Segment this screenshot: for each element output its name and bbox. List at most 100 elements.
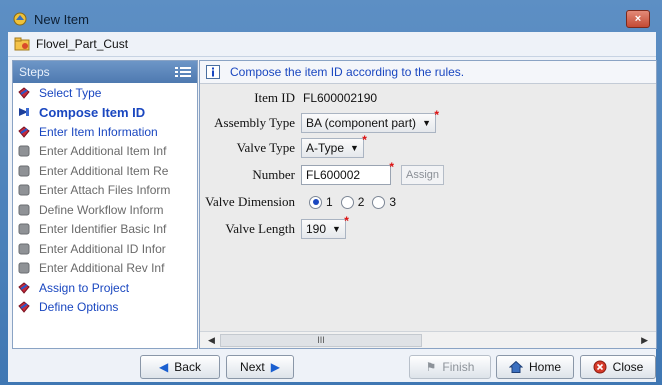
instruction-text: Compose the item ID according to the rul… [230, 65, 465, 79]
step-label: Enter Additional ID Infor [39, 241, 166, 256]
assembly-type-value: BA (component part) [306, 116, 417, 130]
valve-length-select[interactable]: 190 ▼ * [301, 214, 349, 239]
horizontal-scrollbar[interactable]: ◀ III ▶ [200, 331, 656, 348]
valve-dimension-row: Valve Dimension 1 2 3 [200, 191, 396, 213]
dialog-client: Flovel_Part_Cust Steps Select Type Compos… [8, 32, 657, 382]
list-icon[interactable] [175, 66, 191, 78]
valve-length-value: 190 [306, 222, 327, 236]
close-button[interactable]: Close [580, 355, 656, 379]
finish-flag-icon: ⚑ [425, 360, 437, 374]
number-label: Number [252, 167, 295, 182]
radio-dimension-3[interactable] [372, 195, 386, 209]
item-id-value: FL600002190 [303, 91, 378, 105]
step-label: Select Type [39, 85, 102, 100]
dropdown-arrow-icon: ▼ [350, 143, 359, 153]
part-folder-icon [14, 37, 30, 51]
object-name: Flovel_Part_Cust [36, 37, 129, 51]
step-item[interactable]: Assign to Project [13, 278, 197, 298]
step-pending-icon [18, 204, 30, 216]
finish-button[interactable]: ⚑ Finish [409, 355, 491, 379]
scroll-thumb[interactable]: III [220, 334, 422, 347]
window-title: New Item [34, 11, 89, 27]
step-item[interactable]: Select Type [13, 83, 197, 103]
step-item[interactable]: Enter Item Information [13, 122, 197, 142]
scroll-right-icon[interactable]: ▶ [641, 335, 648, 346]
step-done-icon [18, 126, 30, 138]
back-arrow-icon: ◀ [159, 360, 169, 374]
number-row: Number FL600002 * Assign [200, 160, 445, 186]
valve-type-row: Valve Type A-Type ▼ * [200, 133, 367, 159]
step-item[interactable]: Enter Additional ID Infor [13, 239, 197, 259]
required-marker: * [344, 214, 349, 228]
valve-type-select[interactable]: A-Type ▼ * [301, 133, 367, 158]
required-marker: * [434, 108, 439, 122]
assign-button[interactable]: Assign [401, 165, 445, 185]
step-done-icon [18, 301, 30, 314]
wizard-footer: ◀ Back Next ▶ ⚑ Finish Home Close [8, 351, 656, 382]
close-icon: × [634, 13, 642, 25]
radio-label-1: 1 [326, 195, 333, 209]
finish-label: Finish [442, 360, 475, 374]
step-done-icon [18, 87, 30, 99]
instruction-bar: Compose the item ID according to the rul… [200, 61, 656, 84]
radio-label-3: 3 [389, 195, 397, 209]
window-close-button[interactable]: × [626, 10, 650, 28]
step-label: Define Workflow Inform [39, 202, 164, 217]
assembly-type-label: Assembly Type [214, 115, 295, 130]
radio-dimension-2[interactable] [340, 195, 354, 209]
step-item[interactable]: Compose Item ID [13, 103, 197, 123]
step-pending-icon [18, 184, 30, 196]
step-label: Enter Attach Files Inform [39, 183, 171, 198]
close-label: Close [612, 360, 644, 374]
number-input[interactable]: FL600002 * [301, 160, 394, 185]
radio-dimension-1[interactable] [309, 195, 322, 209]
step-item[interactable]: Enter Additional Rev Inf [13, 259, 197, 279]
next-button[interactable]: Next ▶ [226, 355, 294, 379]
object-header: Flovel_Part_Cust [8, 32, 656, 57]
step-item[interactable]: Define Options [13, 298, 197, 318]
assembly-type-row: Assembly Type BA (component part) ▼ * [200, 108, 439, 134]
step-pending-icon [18, 145, 30, 157]
step-pending-icon [18, 165, 30, 177]
info-icon [206, 65, 220, 79]
step-done-icon [18, 282, 30, 294]
radio-label-2: 2 [357, 195, 365, 209]
title-bar[interactable]: New Item × [8, 6, 656, 32]
valve-type-label: Valve Type [236, 140, 295, 155]
steps-title: Steps [19, 65, 50, 79]
step-item[interactable]: Enter Attach Files Inform [13, 181, 197, 201]
step-label: Enter Additional Item Inf [39, 144, 167, 159]
step-item[interactable]: Enter Additional Item Re [13, 161, 197, 181]
step-item[interactable]: Enter Additional Item Inf [13, 142, 197, 162]
valve-type-value: A-Type [306, 141, 345, 155]
step-label: Assign to Project [39, 280, 130, 295]
dropdown-arrow-icon: ▼ [332, 224, 341, 234]
step-label: Enter Additional Item Re [39, 163, 169, 178]
assembly-type-select[interactable]: BA (component part) ▼ * [301, 108, 439, 133]
valve-length-label: Valve Length [225, 221, 295, 236]
step-label: Enter Item Information [39, 124, 158, 139]
valve-dimension-label: Valve Dimension [205, 194, 295, 209]
required-marker: * [362, 133, 367, 147]
step-item[interactable]: Define Workflow Inform [13, 200, 197, 220]
required-marker: * [389, 160, 394, 174]
home-icon [508, 360, 523, 373]
back-label: Back [174, 360, 201, 374]
steps-panel: Steps Select Type Compose Item ID Enter It… [12, 60, 198, 349]
item-id-label: Item ID [254, 90, 295, 105]
steps-header: Steps [13, 61, 197, 83]
home-label: Home [528, 360, 561, 374]
number-value: FL600002 [306, 168, 361, 182]
step-item[interactable]: Enter Identifier Basic Inf [13, 220, 197, 240]
main-panel: Compose the item ID according to the rul… [199, 60, 657, 349]
step-current-icon [19, 108, 29, 117]
close-circle-icon [593, 360, 607, 374]
scroll-left-icon[interactable]: ◀ [208, 335, 215, 346]
step-label: Enter Additional Rev Inf [39, 261, 165, 276]
back-button[interactable]: ◀ Back [140, 355, 220, 379]
next-label: Next [240, 360, 265, 374]
step-label: Enter Identifier Basic Inf [39, 222, 167, 237]
steps-list: Select Type Compose Item ID Enter Item Inf… [13, 83, 197, 317]
item-id-row: Item ID FL600002190 [200, 87, 377, 109]
home-button[interactable]: Home [496, 355, 574, 379]
